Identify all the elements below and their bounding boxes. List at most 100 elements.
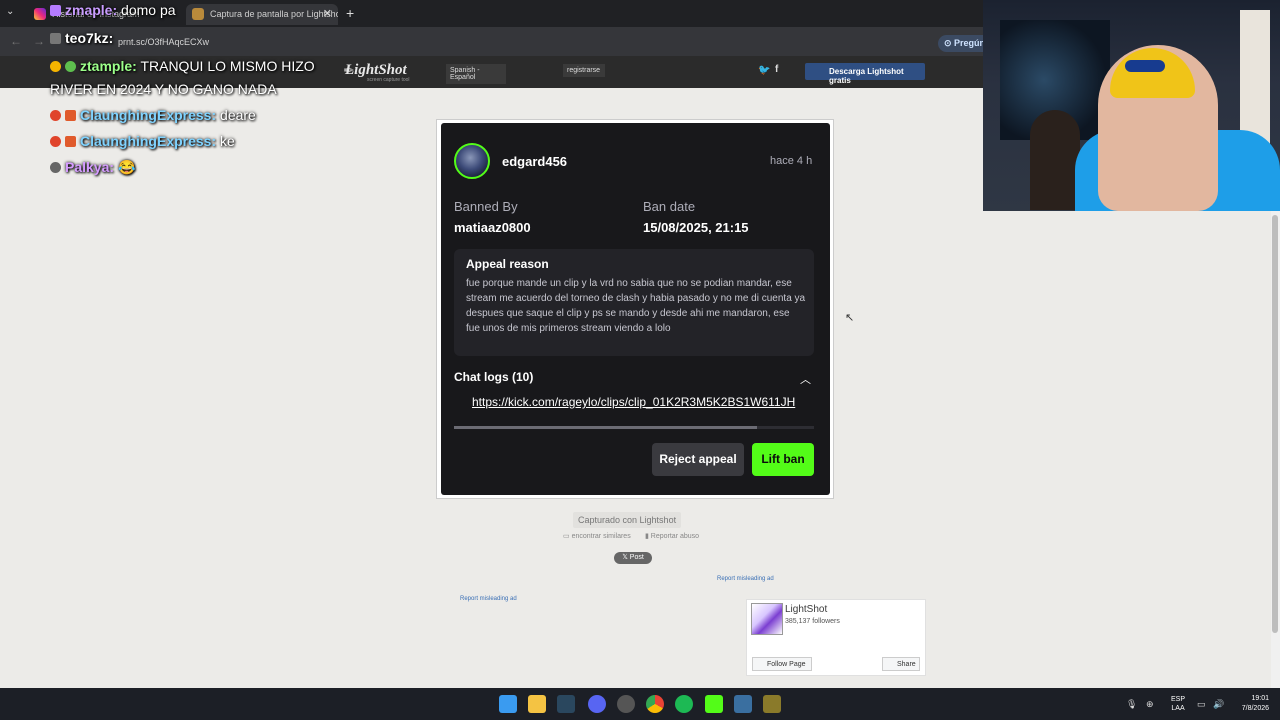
appeal-username[interactable]: edgard456 [502, 154, 567, 169]
chat-line: teo7kz: [50, 30, 113, 46]
chat-message: TRANQUI LO MISMO HIZO [140, 58, 315, 74]
chat-logs-scroll-thumb[interactable] [454, 426, 757, 429]
clock-date: 7/8/2026 [1241, 705, 1269, 712]
facebook-icon[interactable]: f [775, 64, 778, 75]
reject-appeal-button[interactable]: Reject appeal [652, 443, 744, 476]
chat-username: Palkya [65, 159, 110, 175]
obs-icon[interactable] [617, 695, 635, 713]
page-scroll-thumb[interactable] [1272, 215, 1278, 633]
network-icon[interactable]: ▭ [1197, 699, 1206, 710]
tab-lightshot[interactable]: Captura de pantalla por Lightshot ✕ [186, 4, 338, 25]
report-abuse-link[interactable]: ▮ Reportar abuso [645, 532, 699, 540]
keyboard-language[interactable]: ESP LAA [1171, 695, 1185, 713]
avatar-badge-icon [50, 162, 61, 173]
user-avatar [454, 143, 490, 179]
chat-line-continuation: RIVER EN 2024 Y NO GANO NADA [50, 81, 277, 97]
kick-icon[interactable] [705, 695, 723, 713]
file-explorer-icon[interactable] [528, 695, 546, 713]
chat-message: domo pa [121, 2, 176, 18]
share-button[interactable]: Share [882, 657, 920, 671]
lang-layout: LAA [1171, 705, 1185, 712]
windows-taskbar [0, 688, 1280, 720]
ban-date-label: Ban date [643, 199, 696, 214]
clock-time: 19:01 [1251, 695, 1269, 702]
windows-start-icon[interactable] [499, 695, 517, 713]
new-tab-button[interactable]: + [346, 5, 354, 21]
sub-badge-icon [50, 5, 61, 16]
chrome-icon[interactable] [646, 695, 664, 713]
x-post-button[interactable]: 𝕏 Post [614, 552, 652, 564]
chat-line: zmaple: domo pa [50, 2, 176, 18]
taskbar-clock[interactable]: 19:01 7/8/2026 [1231, 694, 1269, 714]
chat-log-clip-link[interactable]: https://kick.com/rageylo/clips/clip_01K2… [472, 395, 812, 409]
discord-icon[interactable] [588, 695, 606, 713]
captured-with-lightshot: Capturado con Lightshot [573, 512, 682, 528]
chat-username: teo7kz [65, 30, 109, 46]
fb-followers-count: 385,137 followers [785, 618, 840, 625]
banned-by-value: matiaaz0800 [454, 220, 531, 235]
report-misleading-ad-link[interactable]: Report misleading ad [460, 596, 517, 602]
app-icon[interactable] [734, 695, 752, 713]
app-icon[interactable] [763, 695, 781, 713]
webcam-beanie-logo [1125, 60, 1165, 72]
steam-icon[interactable] [557, 695, 575, 713]
chat-message: deare [220, 107, 256, 123]
report-misleading-ad-link[interactable]: Report misleading ad [717, 576, 774, 582]
logo-subtitle: screen capture tool [367, 77, 410, 83]
laughing-emote-icon: 😂 [117, 159, 136, 175]
chat-line: ClaunghingExpress: deare [50, 107, 256, 123]
lightshot-page-thumbnail[interactable] [751, 603, 783, 635]
lightshot-feather-icon [192, 8, 204, 20]
sub-badge-icon [65, 61, 76, 72]
follow-page-label: Follow Page [767, 661, 806, 668]
close-tab-icon[interactable]: ✕ [323, 7, 332, 20]
spotify-icon[interactable] [675, 695, 693, 713]
back-arrow-icon[interactable]: ← [10, 34, 22, 48]
instagram-icon [34, 8, 46, 20]
chat-username: ClaunghingExpress [80, 133, 212, 149]
sub-badge-icon [65, 136, 76, 147]
appeal-time-ago: hace 4 h [770, 155, 813, 167]
emoji-badge-icon [50, 61, 61, 72]
chat-line: Palkya: 😂 [50, 159, 135, 176]
chat-line: ztample: TRANQUI LO MISMO HIZO [50, 58, 315, 74]
red-badge-icon [50, 136, 61, 147]
fb-page-name[interactable]: LightShot [785, 604, 827, 615]
chat-message: ke [220, 133, 235, 149]
language-select[interactable]: Spanish - Español [446, 64, 506, 84]
lift-ban-button[interactable]: Lift ban [752, 443, 814, 476]
find-similar-label: encontrar similares [571, 533, 631, 540]
twitter-icon[interactable]: 🐦 [758, 65, 770, 76]
chat-username: zmaple [65, 2, 113, 18]
tab-label: Captura de pantalla por Lightshot [210, 9, 338, 19]
banned-by-label: Banned By [454, 199, 518, 214]
mouse-cursor-icon: ↖ [845, 312, 855, 324]
download-lightshot-button[interactable]: Descarga Lightshot gratis [805, 63, 925, 85]
webcam-background-person [1030, 110, 1080, 210]
register-button[interactable]: registrarse [563, 64, 605, 77]
sub-badge-icon [65, 110, 76, 121]
appeal-reason-title: Appeal reason [466, 257, 549, 271]
url-field[interactable]: prnt.sc/O3fHAqcECXw [118, 37, 209, 47]
report-abuse-label: Reportar abuso [650, 533, 700, 540]
chat-line: ClaunghingExpress: ke [50, 133, 235, 149]
tab-search-icon[interactable]: ⌄ [6, 6, 14, 17]
chat-message: RIVER EN 2024 Y NO GANO NADA [50, 81, 277, 97]
envelope-icon [50, 33, 61, 44]
volume-icon[interactable]: 🔊 [1213, 699, 1224, 710]
lang-code: ESP [1171, 696, 1186, 703]
chat-username: ztample [80, 58, 133, 74]
red-badge-icon [50, 110, 61, 121]
ban-date-value: 15/08/2025, 21:15 [643, 220, 749, 235]
share-label: Share [897, 661, 916, 668]
vpn-icon[interactable]: ⊕ [1146, 699, 1154, 710]
profile-button-label: Pregún [954, 38, 986, 48]
chat-username: ClaunghingExpress [80, 107, 212, 123]
microphone-icon[interactable]: 🎙 [1126, 699, 1137, 710]
chat-logs-header[interactable]: Chat logs (10) [454, 370, 533, 384]
chevron-up-icon[interactable]: ︿ [800, 371, 811, 387]
follow-page-button[interactable]: Follow Page [752, 657, 812, 671]
find-similar-link[interactable]: ▭ encontrar similares [563, 532, 631, 540]
appeal-reason-text: fue porque mande un clip y la vrd no sab… [466, 278, 806, 334]
forward-arrow-icon[interactable]: → [33, 34, 45, 48]
